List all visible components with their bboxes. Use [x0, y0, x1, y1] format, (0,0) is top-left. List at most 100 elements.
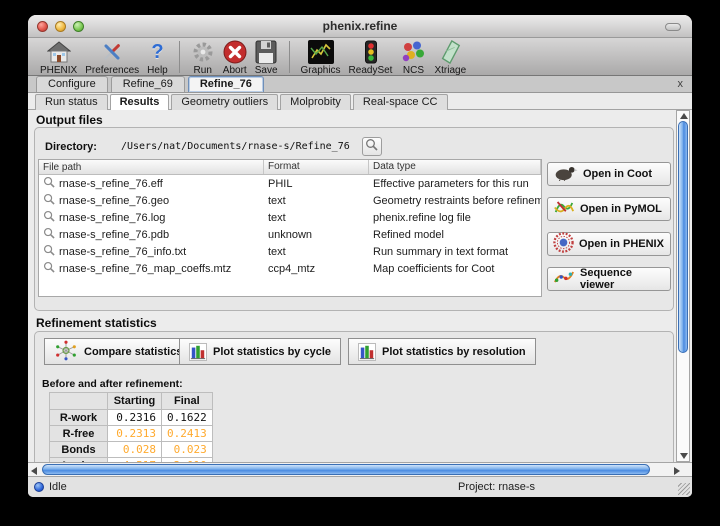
file-format: PHIL: [264, 178, 369, 190]
scroll-down-arrow-icon[interactable]: [680, 453, 688, 459]
phenix-button[interactable]: PHENIX: [40, 40, 77, 76]
sequence-icon: [553, 269, 575, 289]
crystal-icon: [438, 40, 462, 64]
output-files-panel: Directory: /Users/nat/Documents/rnase-s/…: [34, 127, 674, 311]
coot-bird-icon: [553, 164, 578, 184]
xtriage-button[interactable]: Xtriage: [434, 40, 466, 76]
tab-refine-69[interactable]: Refine_69: [111, 76, 185, 92]
plot-statistics-by-cycle-button[interactable]: Plot statistics by cycle: [179, 338, 341, 365]
stat-final: 0.023: [162, 442, 213, 458]
refinement-statistics-panel: Compare statistics Plot statistics by cy…: [34, 331, 674, 462]
stat-starting: 0.2316: [108, 410, 162, 426]
run-button[interactable]: Run: [191, 40, 215, 76]
help-button[interactable]: ? Help: [147, 40, 168, 76]
stat-label: R-free: [50, 426, 108, 442]
subtab-run-status[interactable]: Run status: [35, 94, 108, 110]
app-window: phenix.refine PHENIX Preferences ? Help …: [28, 15, 692, 497]
horizontal-scrollbar[interactable]: [28, 462, 692, 477]
abort-x-icon: [223, 40, 247, 64]
bar-chart-icon: [189, 343, 207, 361]
tab-refine-76[interactable]: Refine_76: [188, 76, 264, 92]
scroll-right-arrow-icon[interactable]: [674, 467, 680, 475]
sequence-viewer-button[interactable]: Sequence viewer: [547, 267, 671, 291]
preferences-button[interactable]: Preferences: [85, 40, 139, 76]
ncs-button[interactable]: NCS: [400, 40, 426, 76]
status-indicator-icon: [34, 482, 44, 492]
col-final: Final: [162, 393, 213, 410]
project-label: Project: rnase-s: [458, 481, 535, 493]
stat-label: R-work: [50, 410, 108, 426]
main-toolbar: PHENIX Preferences ? Help Run Abort: [28, 38, 692, 76]
table-row[interactable]: rnase-s_refine_76.geo text Geometry rest…: [39, 192, 541, 209]
magnifier-icon: [43, 244, 55, 259]
col-file-path[interactable]: File path: [39, 160, 264, 174]
magnifier-icon: [43, 176, 55, 191]
file-format: unknown: [264, 229, 369, 241]
window-title: phenix.refine: [28, 19, 692, 33]
open-in-coot-button[interactable]: Open in Coot: [547, 162, 671, 186]
table-row[interactable]: rnase-s_refine_76.log text phenix.refine…: [39, 209, 541, 226]
molecule-graphics-icon: [308, 40, 334, 64]
question-mark-icon: ?: [151, 40, 163, 64]
tools-icon: [100, 40, 124, 64]
save-button[interactable]: Save: [255, 40, 278, 76]
subtab-real-space-cc[interactable]: Real-space CC: [353, 94, 448, 110]
scroll-left-arrow-icon[interactable]: [31, 467, 37, 475]
magnifier-icon: [365, 138, 378, 156]
table-row[interactable]: rnase-s_refine_76_map_coeffs.mtz ccp4_mt…: [39, 260, 541, 277]
status-text: Idle: [49, 481, 67, 493]
pymol-ribbon-icon: [553, 198, 575, 220]
toolbar-separator: [289, 41, 290, 73]
stat-final: 0.1622: [162, 410, 213, 426]
output-files-table: File path Format Data type rnase-s_refin…: [38, 159, 542, 297]
vertical-scrollbar[interactable]: [676, 110, 690, 462]
stat-starting: 0.2313: [108, 426, 162, 442]
before-after-table: Starting Final R-work 0.2316 0.1622 R-fr…: [49, 392, 213, 462]
compare-molecule-icon: [54, 339, 78, 365]
file-format: text: [264, 246, 369, 258]
refinement-statistics-heading: Refinement statistics: [36, 316, 157, 330]
file-format: text: [264, 212, 369, 224]
open-in-phenix-button[interactable]: Open in PHENIX: [547, 232, 671, 256]
table-row[interactable]: rnase-s_refine_76.pdb unknown Refined mo…: [39, 226, 541, 243]
magnifier-icon: [43, 227, 55, 242]
table-row[interactable]: rnase-s_refine_76_info.txt text Run summ…: [39, 243, 541, 260]
browse-directory-button[interactable]: [362, 137, 382, 156]
stat-final: 0.2413: [162, 426, 213, 442]
file-name: rnase-s_refine_76_map_coeffs.mtz: [59, 263, 231, 275]
stats-header-row: Starting Final: [50, 393, 213, 410]
stats-row-r-work: R-work 0.2316 0.1622: [50, 410, 213, 426]
horizontal-scrollbar-thumb[interactable]: [42, 464, 650, 475]
open-in-pymol-button[interactable]: Open in PyMOL: [547, 197, 671, 221]
scroll-up-arrow-icon[interactable]: [680, 113, 688, 119]
readyset-button[interactable]: ReadySet: [349, 40, 393, 76]
close-tab-button[interactable]: x: [678, 76, 684, 93]
subtab-results[interactable]: Results: [110, 94, 170, 110]
vertical-scrollbar-thumb[interactable]: [678, 121, 688, 353]
subtab-molprobity[interactable]: Molprobity: [280, 94, 351, 110]
tab-configure[interactable]: Configure: [36, 76, 108, 92]
file-data-type: phenix.refine log file: [369, 212, 541, 224]
file-data-type: Run summary in text format: [369, 246, 541, 258]
plot-statistics-by-resolution-button[interactable]: Plot statistics by resolution: [348, 338, 536, 365]
traffic-light-icon: [364, 40, 378, 64]
abort-button[interactable]: Abort: [223, 40, 247, 76]
resize-grip[interactable]: [678, 483, 690, 495]
magnifier-icon: [43, 193, 55, 208]
col-data-type[interactable]: Data type: [369, 160, 541, 174]
stats-row-r-free: R-free 0.2313 0.2413: [50, 426, 213, 442]
file-data-type: Geometry restraints before refinement: [369, 195, 541, 207]
col-format[interactable]: Format: [264, 160, 369, 174]
graphics-button[interactable]: Graphics: [301, 40, 341, 76]
compare-statistics-button[interactable]: Compare statistics: [44, 338, 192, 365]
directory-path: /Users/nat/Documents/rnase-s/Refine_76: [121, 141, 350, 152]
col-starting: Starting: [108, 393, 162, 410]
file-name: rnase-s_refine_76.pdb: [59, 229, 169, 241]
table-header: File path Format Data type: [39, 160, 541, 175]
file-name: rnase-s_refine_76.geo: [59, 195, 169, 207]
toolbar-toggle-button[interactable]: [665, 23, 681, 31]
subtab-geometry-outliers[interactable]: Geometry outliers: [171, 94, 278, 110]
file-name: rnase-s_refine_76.eff: [59, 178, 163, 190]
house-icon: [47, 40, 71, 64]
table-row[interactable]: rnase-s_refine_76.eff PHIL Effective par…: [39, 175, 541, 192]
